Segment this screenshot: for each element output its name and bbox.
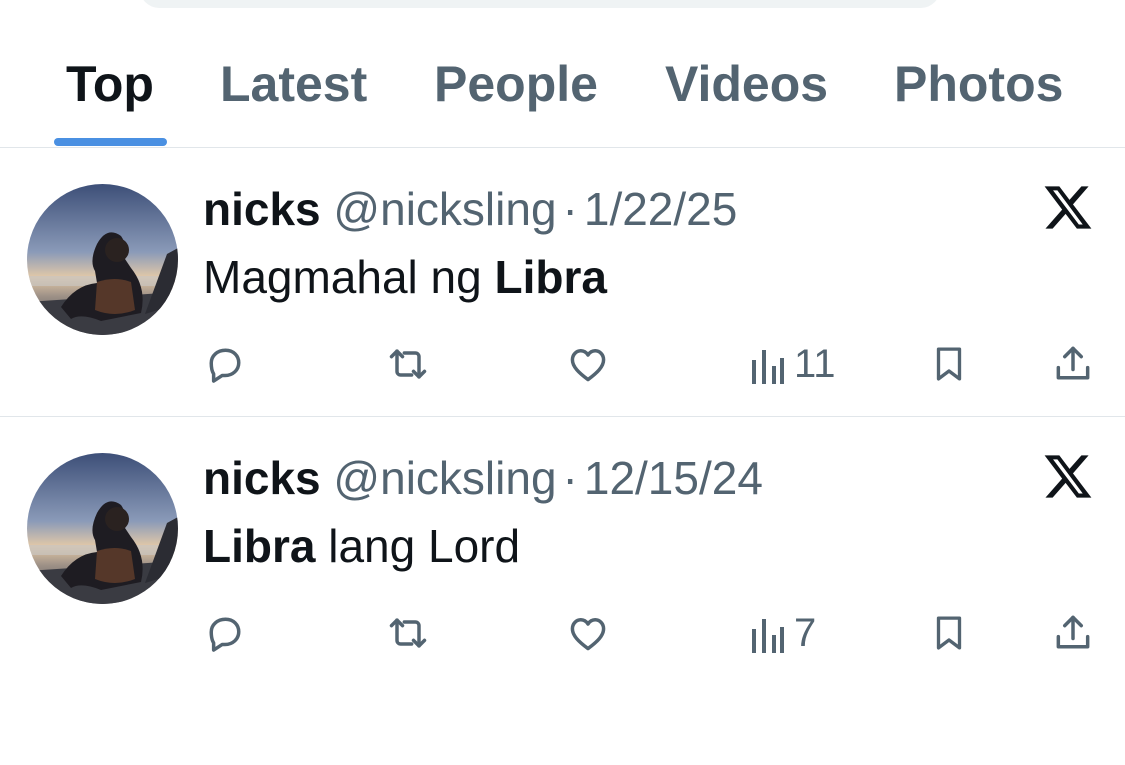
active-tab-indicator: [54, 138, 167, 146]
bookmark-icon: [936, 347, 962, 381]
bookmark-button[interactable]: [928, 339, 970, 389]
search-results-page: Top Latest People Videos Photos nicks @n…: [0, 0, 1125, 765]
author-handle[interactable]: @nicksling: [333, 183, 556, 235]
tab-videos[interactable]: Videos: [665, 55, 828, 113]
tweet-text-part: lang Lord: [315, 520, 521, 572]
like-button[interactable]: [566, 339, 610, 389]
tweet-text: Magmahal ng Libra: [203, 249, 607, 305]
retweet-button[interactable]: [385, 339, 431, 389]
views-icon: [752, 350, 784, 384]
tab-latest[interactable]: Latest: [220, 55, 367, 113]
share-button[interactable]: [1051, 608, 1095, 658]
tweet-date[interactable]: 1/22/25: [584, 183, 737, 235]
tweet-date[interactable]: 12/15/24: [584, 452, 763, 504]
search-bar[interactable]: [140, 0, 940, 8]
like-button[interactable]: [566, 608, 610, 658]
author-name[interactable]: nicks: [203, 452, 321, 504]
tweet-actions: 11: [0, 339, 1125, 389]
tweet-text-highlight: Libra: [494, 251, 607, 303]
tweet-text-part: Magmahal ng: [203, 251, 495, 303]
author-handle[interactable]: @nicksling: [333, 452, 556, 504]
share-button[interactable]: [1051, 339, 1095, 389]
tab-people[interactable]: People: [434, 55, 598, 113]
tab-photos[interactable]: Photos: [894, 55, 1063, 113]
tweet-header: nicks @nicksling · 12/15/24: [203, 450, 763, 506]
tab-top[interactable]: Top: [66, 55, 154, 113]
meta-separator: ·: [562, 183, 578, 235]
tweet-actions: 7: [0, 608, 1125, 658]
tweet-header: nicks @nicksling · 1/22/25: [203, 181, 737, 237]
x-logo-icon: [1044, 455, 1092, 498]
retweet-icon: [389, 618, 427, 648]
reply-button[interactable]: [203, 339, 247, 389]
author-name[interactable]: nicks: [203, 183, 321, 235]
tweet[interactable]: nicks @nicksling · 1/22/25 Magmahal ng Lib…: [0, 149, 1125, 417]
views-button[interactable]: 11: [748, 339, 836, 389]
share-icon: [1056, 615, 1090, 649]
tweet-text-highlight: Libra: [203, 520, 316, 572]
bookmark-icon: [936, 616, 962, 650]
view-count: 11: [794, 342, 836, 386]
reply-icon: [209, 348, 241, 383]
avatar[interactable]: [27, 453, 178, 604]
meta-separator: ·: [562, 452, 578, 504]
reply-icon: [209, 617, 241, 652]
retweet-button[interactable]: [385, 608, 431, 658]
views-icon: [752, 619, 784, 653]
avatar[interactable]: [27, 184, 178, 335]
bookmark-button[interactable]: [928, 608, 970, 658]
views-button[interactable]: 7: [748, 608, 816, 658]
share-icon: [1056, 346, 1090, 380]
tweet[interactable]: nicks @nicksling · 12/15/24 Libra lang Lor…: [0, 418, 1125, 686]
tweet-text: Libra lang Lord: [203, 518, 520, 574]
search-tabs: Top Latest People Videos Photos: [0, 38, 1125, 148]
retweet-icon: [389, 349, 427, 379]
reply-button[interactable]: [203, 608, 247, 658]
view-count: 7: [794, 611, 817, 655]
x-logo-icon: [1044, 186, 1092, 229]
like-icon: [570, 349, 606, 382]
like-icon: [570, 618, 606, 651]
